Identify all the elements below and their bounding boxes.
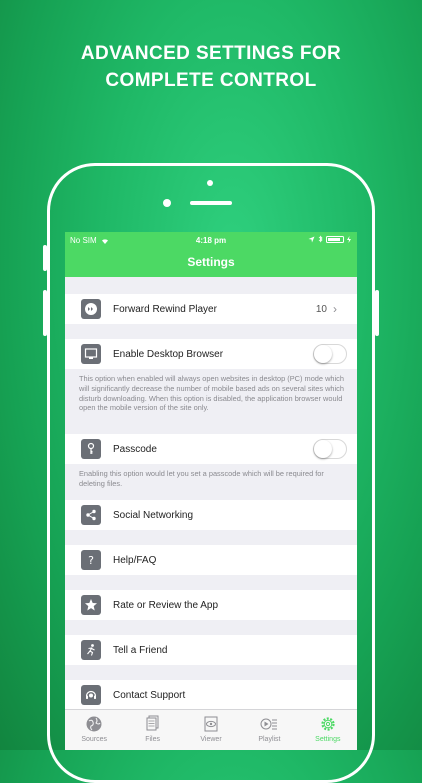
bluetooth-icon [318,235,323,243]
app-screen: No SIM 4:18 pm Settings Forward Rewind P… [65,232,357,750]
forward-rewind-value: 10 [315,303,327,315]
desktop-monitor-icon [81,344,101,364]
passcode-row: Passcode [65,434,357,464]
chevron-right-icon: › [333,302,337,316]
desktop-browser-description: This option when enabled will always ope… [79,374,344,413]
headline-line-2: COMPLETE CONTROL [105,70,317,91]
headline-line-1: ADVANCED SETTINGS FOR [80,43,342,64]
nav-bar: Settings [65,249,357,277]
page-title: Settings [187,255,235,269]
tab-viewer[interactable]: Viewer [182,710,240,750]
tell-friend-row[interactable]: Tell a Friend [65,635,357,665]
question-icon: ? [81,550,101,570]
forward-rewind-label: Forward Rewind Player [113,303,217,315]
share-icon [81,505,101,525]
phone-volume-button [43,290,47,336]
charging-icon [347,235,351,243]
files-icon [146,715,159,731]
desktop-browser-row: Enable Desktop Browser [65,339,357,369]
tab-bar: Sources Files Viewer Playlist Settings [65,709,357,750]
desktop-browser-toggle[interactable] [313,344,347,364]
rate-review-label: Rate or Review the App [113,599,219,611]
status-bar: No SIM 4:18 pm [65,232,357,249]
phone-sensor [163,199,171,207]
tab-playlist-label: Playlist [258,736,281,743]
tab-settings-label: Settings [315,736,341,743]
phone-power-button [375,290,379,336]
headset-icon [81,685,101,705]
phone-side-button-left [43,245,47,271]
status-right [308,235,351,243]
tab-sources[interactable]: Sources [65,710,123,750]
tell-friend-label: Tell a Friend [113,644,168,656]
tab-sources-label: Sources [81,736,108,743]
running-person-icon [81,640,101,660]
star-icon [81,595,101,615]
viewer-icon [204,716,218,732]
contact-support-label: Contact Support [113,689,186,701]
tab-settings[interactable]: Settings [299,710,357,750]
location-icon [308,236,315,242]
tab-files-label: Files [145,736,160,743]
forward-rewind-icon [81,299,101,319]
contact-support-row[interactable]: Contact Support [65,680,357,710]
passcode-description: Enabling this option would let you set a… [79,469,324,488]
svg-text:?: ? [88,554,94,567]
help-faq-row[interactable]: ? Help/FAQ [65,545,357,575]
tab-viewer-label: Viewer [200,736,222,743]
phone-speaker [190,201,232,205]
social-networking-row[interactable]: Social Networking [65,500,357,530]
key-icon [81,439,101,459]
tab-playlist[interactable]: Playlist [240,710,298,750]
phone-camera [207,180,213,186]
forward-rewind-row[interactable]: Forward Rewind Player 10 › [65,294,357,324]
gear-icon [321,717,335,731]
settings-list: Forward Rewind Player 10 › Enable Deskto… [65,277,357,710]
playlist-icon [260,718,278,730]
toggle-knob [314,440,332,458]
help-faq-label: Help/FAQ [113,554,157,566]
rate-review-row[interactable]: Rate or Review the App [65,590,357,620]
toggle-knob [314,345,332,363]
passcode-toggle[interactable] [313,439,347,459]
tab-files[interactable]: Files [123,710,181,750]
desktop-browser-label: Enable Desktop Browser [113,348,224,360]
battery-icon [326,235,344,243]
social-networking-label: Social Networking [113,509,194,521]
promo-headline: ADVANCED SETTINGS FOR COMPLETE CONTROL [0,40,422,94]
passcode-label: Passcode [113,443,157,455]
globe-icon [86,716,102,732]
